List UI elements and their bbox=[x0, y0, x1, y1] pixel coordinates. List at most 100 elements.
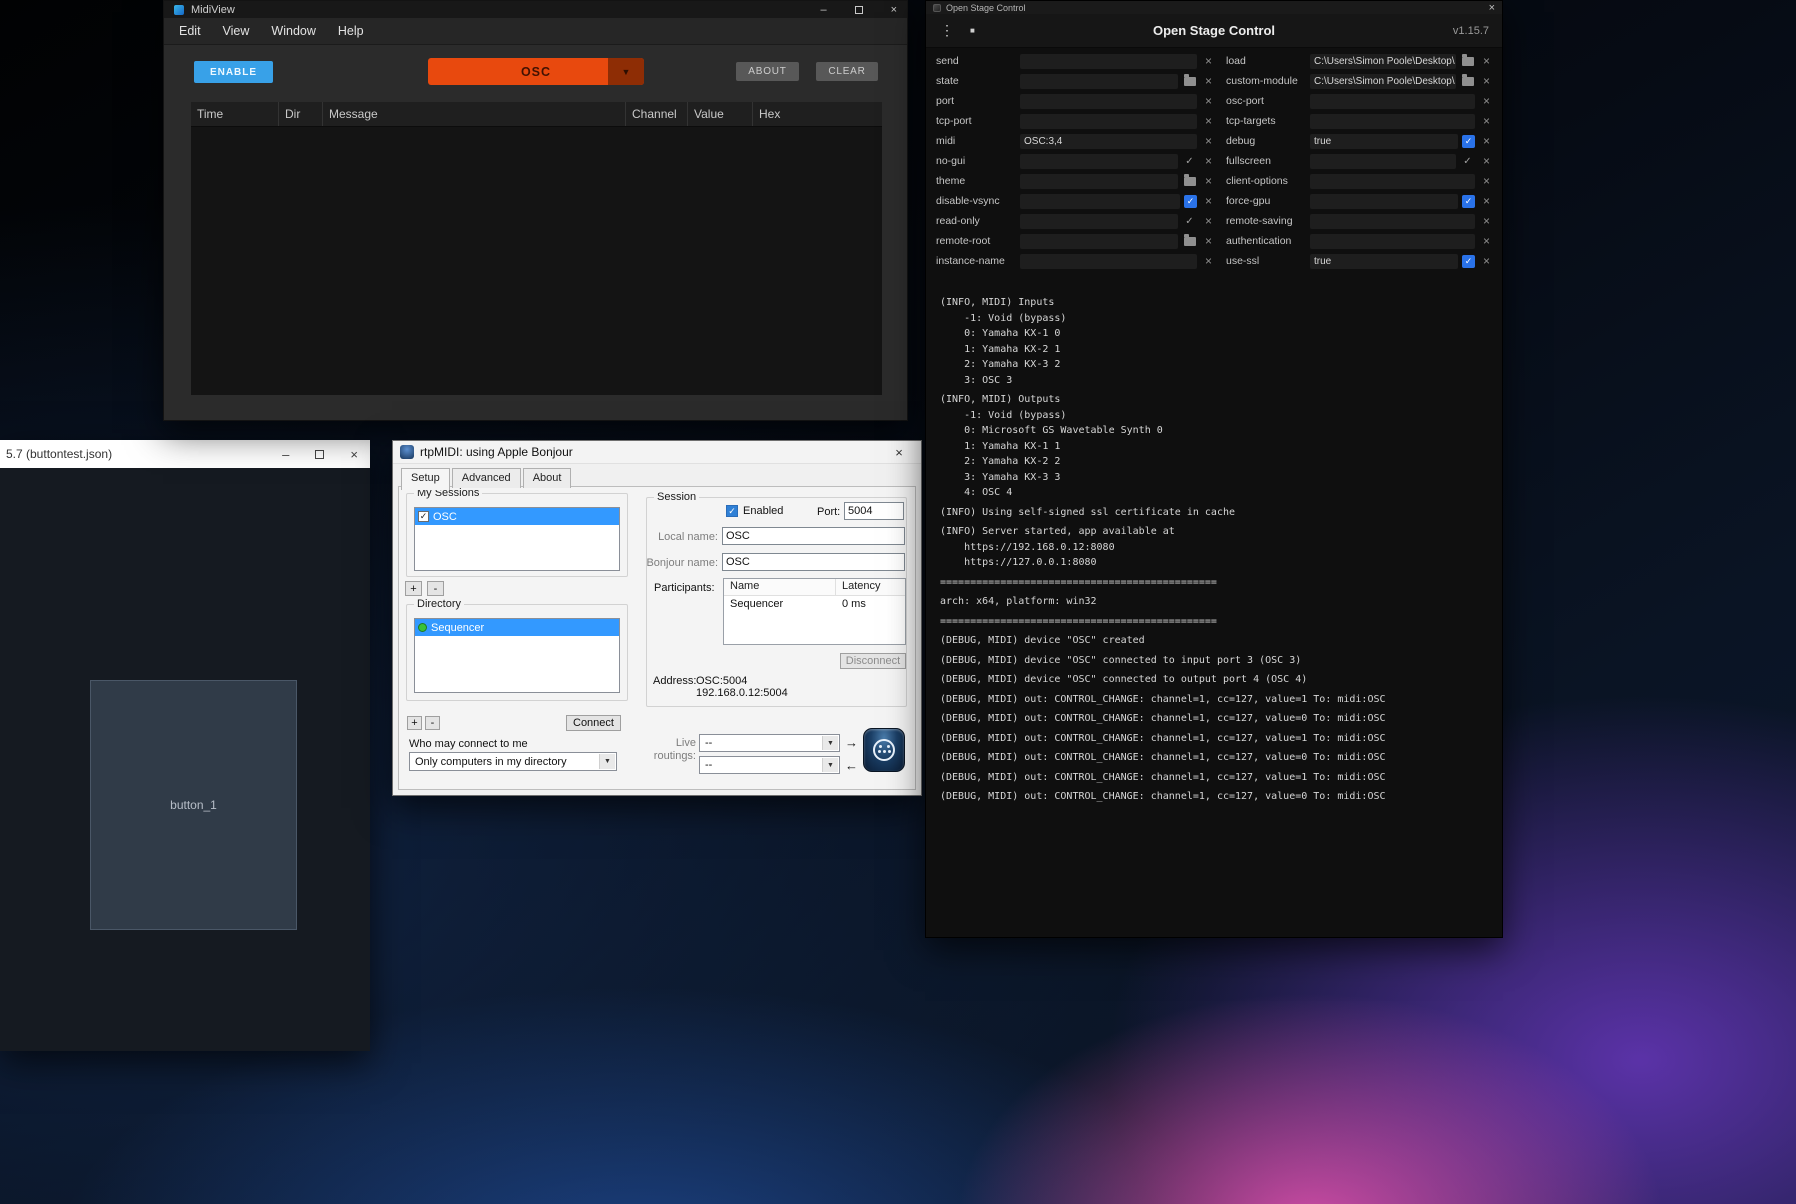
folder-icon[interactable] bbox=[1182, 73, 1197, 89]
menu-item-window[interactable]: Window bbox=[260, 24, 326, 38]
config-input-instance-name[interactable] bbox=[1020, 253, 1197, 269]
remove-directory-button[interactable]: - bbox=[425, 716, 440, 730]
enable-button[interactable]: ENABLE bbox=[194, 61, 273, 83]
clear-field-icon[interactable]: × bbox=[1201, 174, 1216, 189]
config-input-force-gpu[interactable] bbox=[1310, 193, 1458, 209]
clear-field-icon[interactable]: × bbox=[1201, 254, 1216, 269]
who-may-connect-select[interactable]: Only computers in my directory ▼ bbox=[409, 752, 617, 771]
config-input-custom-module[interactable]: C:\Users\Simon Poole\Desktop\ bbox=[1310, 73, 1456, 89]
folder-icon[interactable] bbox=[1460, 53, 1475, 69]
console-output[interactable]: (INFO, MIDI) Inputs -1: Void (bypass) 0:… bbox=[926, 283, 1502, 937]
mode-dropdown[interactable]: OSC ▼ bbox=[428, 58, 644, 85]
clear-field-icon[interactable]: × bbox=[1479, 94, 1494, 109]
minimize-button[interactable]: – bbox=[282, 447, 289, 462]
participants-table[interactable]: Name Latency Sequencer 0 ms bbox=[723, 578, 906, 645]
config-input-port[interactable] bbox=[1020, 93, 1197, 109]
clear-field-icon[interactable]: × bbox=[1201, 114, 1216, 129]
osc-titlebar[interactable]: Open Stage Control × bbox=[926, 1, 1502, 14]
clear-field-icon[interactable]: × bbox=[1201, 134, 1216, 149]
tab-advanced[interactable]: Advanced bbox=[451, 468, 521, 488]
menu-item-edit[interactable]: Edit bbox=[168, 24, 212, 38]
close-button[interactable]: × bbox=[350, 447, 358, 462]
clear-field-icon[interactable]: × bbox=[1201, 154, 1216, 169]
routing-input-select[interactable]: -- ▼ bbox=[699, 734, 840, 752]
add-session-button[interactable]: + bbox=[405, 581, 422, 596]
folder-icon[interactable] bbox=[1182, 233, 1197, 249]
clear-field-icon[interactable]: × bbox=[1201, 74, 1216, 89]
clear-button[interactable]: CLEAR bbox=[816, 62, 878, 81]
sessions-list[interactable]: ✓ OSC bbox=[414, 507, 620, 571]
add-directory-button[interactable]: + bbox=[407, 716, 422, 730]
config-input-midi[interactable]: OSC:3,4 bbox=[1020, 133, 1197, 149]
config-input-load[interactable]: C:\Users\Simon Poole\Desktop\ bbox=[1310, 53, 1456, 69]
clear-field-icon[interactable]: × bbox=[1479, 154, 1494, 169]
clear-field-icon[interactable]: × bbox=[1201, 234, 1216, 249]
remove-session-button[interactable]: - bbox=[427, 581, 444, 596]
clear-field-icon[interactable]: × bbox=[1201, 54, 1216, 69]
clear-field-icon[interactable]: × bbox=[1479, 174, 1494, 189]
clear-field-icon[interactable]: × bbox=[1479, 214, 1494, 229]
checkbox-checked-icon[interactable]: ✓ bbox=[1462, 194, 1475, 208]
checkbox-checked-icon[interactable]: ✓ bbox=[418, 511, 429, 522]
config-input-osc-port[interactable] bbox=[1310, 93, 1475, 109]
config-input-authentication[interactable] bbox=[1310, 233, 1475, 249]
participant-row[interactable]: Sequencer 0 ms bbox=[724, 596, 905, 611]
config-input-use-ssl[interactable]: true bbox=[1310, 253, 1458, 269]
stop-icon[interactable]: ■ bbox=[970, 26, 975, 35]
config-input-fullscreen[interactable] bbox=[1310, 153, 1456, 169]
close-button[interactable]: × bbox=[884, 445, 914, 460]
config-input-client-options[interactable] bbox=[1310, 173, 1475, 189]
config-input-read-only[interactable] bbox=[1020, 213, 1178, 229]
config-input-tcp-targets[interactable] bbox=[1310, 113, 1475, 129]
clear-field-icon[interactable]: × bbox=[1201, 194, 1216, 209]
clear-field-icon[interactable]: × bbox=[1479, 194, 1494, 209]
local-name-input[interactable]: OSC bbox=[722, 527, 905, 545]
clear-field-icon[interactable]: × bbox=[1479, 234, 1494, 249]
client-titlebar[interactable]: 5.7 (buttontest.json) – × bbox=[0, 440, 370, 468]
folder-icon[interactable] bbox=[1182, 173, 1197, 189]
checkbox-checked-icon[interactable]: ✓ bbox=[1462, 254, 1475, 268]
midiview-titlebar[interactable]: MidiView – × bbox=[164, 1, 907, 18]
clear-field-icon[interactable]: × bbox=[1479, 114, 1494, 129]
clear-field-icon[interactable]: × bbox=[1201, 214, 1216, 229]
config-input-remote-saving[interactable] bbox=[1310, 213, 1475, 229]
tab-about[interactable]: About bbox=[522, 468, 572, 488]
clear-field-icon[interactable]: × bbox=[1479, 54, 1494, 69]
clear-field-icon[interactable]: × bbox=[1479, 74, 1494, 89]
session-list-item[interactable]: ✓ OSC bbox=[415, 508, 619, 525]
clear-field-icon[interactable]: × bbox=[1201, 94, 1216, 109]
menu-item-help[interactable]: Help bbox=[327, 24, 375, 38]
close-button[interactable]: × bbox=[1489, 2, 1495, 14]
directory-list[interactable]: Sequencer bbox=[414, 618, 620, 693]
table-body[interactable] bbox=[191, 127, 882, 395]
folder-icon[interactable] bbox=[1460, 73, 1475, 89]
about-button[interactable]: ABOUT bbox=[736, 62, 799, 81]
routing-output-select[interactable]: -- ▼ bbox=[699, 756, 840, 774]
tab-setup[interactable]: Setup bbox=[401, 468, 450, 490]
enabled-checkbox[interactable]: ✓ bbox=[726, 505, 738, 517]
checkbox-checked-icon[interactable]: ✓ bbox=[1462, 134, 1475, 148]
checkbox-unchecked-icon[interactable]: ✓ bbox=[1182, 214, 1197, 229]
button-widget[interactable]: button_1 bbox=[90, 680, 297, 930]
checkbox-checked-icon[interactable]: ✓ bbox=[1184, 194, 1197, 208]
config-input-tcp-port[interactable] bbox=[1020, 113, 1197, 129]
connect-button[interactable]: Connect bbox=[566, 715, 621, 731]
clear-field-icon[interactable]: × bbox=[1479, 254, 1494, 269]
minimize-button[interactable]: – bbox=[820, 4, 826, 16]
maximize-button[interactable] bbox=[854, 5, 863, 14]
bonjour-name-input[interactable]: OSC bbox=[722, 553, 905, 571]
config-input-debug[interactable]: true bbox=[1310, 133, 1458, 149]
directory-list-item[interactable]: Sequencer bbox=[415, 619, 619, 636]
config-input-disable-vsync[interactable] bbox=[1020, 193, 1180, 209]
disconnect-button[interactable]: Disconnect bbox=[840, 653, 906, 669]
config-input-state[interactable] bbox=[1020, 73, 1178, 89]
checkbox-unchecked-icon[interactable]: ✓ bbox=[1460, 154, 1475, 169]
config-input-send[interactable] bbox=[1020, 53, 1197, 69]
config-input-no-gui[interactable] bbox=[1020, 153, 1178, 169]
menu-item-view[interactable]: View bbox=[212, 24, 261, 38]
checkbox-unchecked-icon[interactable]: ✓ bbox=[1182, 154, 1197, 169]
rtpmidi-titlebar[interactable]: rtpMIDI: using Apple Bonjour × bbox=[393, 441, 921, 464]
config-input-theme[interactable] bbox=[1020, 173, 1178, 189]
config-input-remote-root[interactable] bbox=[1020, 233, 1178, 249]
port-input[interactable]: 5004 bbox=[844, 502, 904, 520]
